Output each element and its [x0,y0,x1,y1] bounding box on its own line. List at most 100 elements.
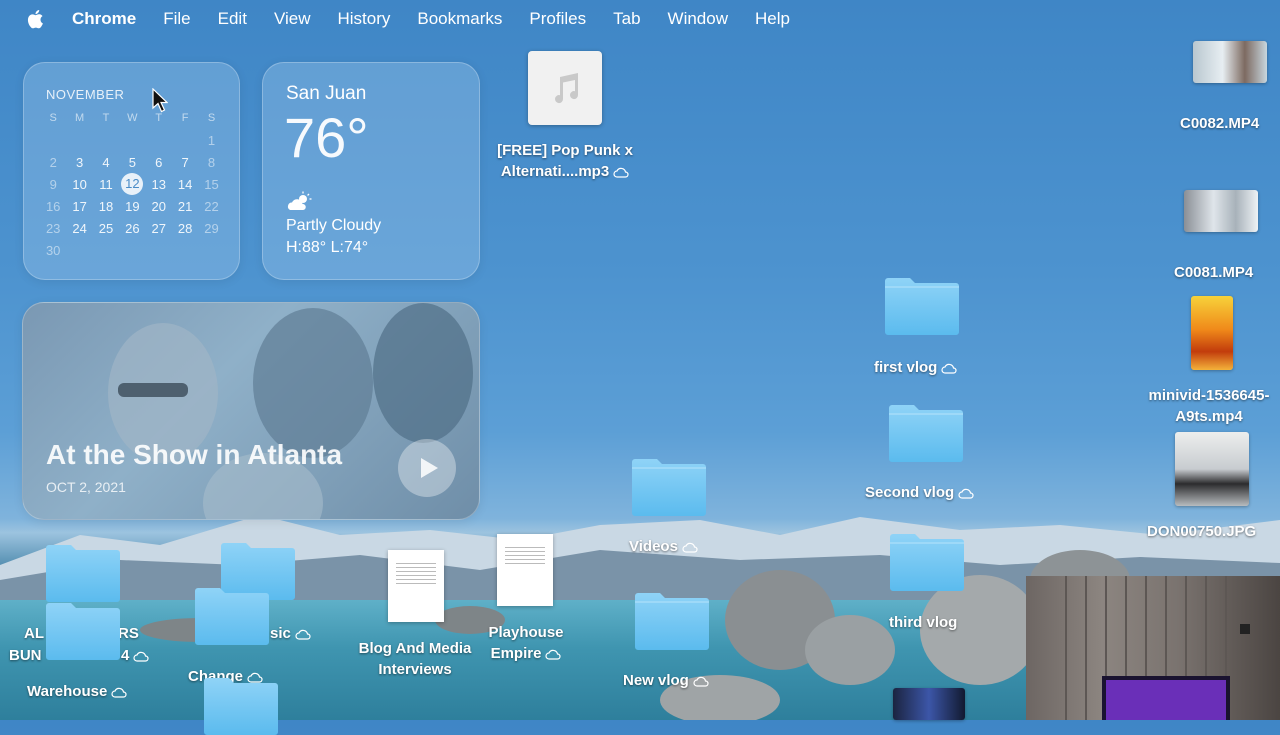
play-button[interactable] [398,439,456,497]
label-line: Blog And Media [358,640,472,657]
icloud-icon [958,488,974,499]
all-covered-label-line1[interactable]: AL [24,623,44,644]
playhouse-document-icon[interactable] [497,534,553,606]
menu-window[interactable]: Window [668,9,728,29]
music-folder-label[interactable]: sic [270,623,311,644]
c0082-thumbnail[interactable] [1193,41,1267,83]
menu-bar: Chrome File Edit View History Bookmarks … [0,0,1280,38]
calendar-day: 22 [204,198,219,214]
weather-widget[interactable]: San Juan 76° Partly Cloudy H:88° L:74° [262,62,480,280]
new-vlog-label[interactable]: New vlog [623,670,709,691]
minivid-thumbnail[interactable] [1191,296,1233,370]
don00750-thumbnail[interactable] [1175,432,1249,506]
menu-bookmarks[interactable]: Bookmarks [417,9,502,29]
blog-label[interactable]: Blog And Media Interviews [345,638,485,680]
doc-line [396,567,436,568]
menu-edit[interactable]: Edit [218,9,247,29]
menu-profiles[interactable]: Profiles [529,9,586,29]
new-vlog-folder-icon[interactable] [633,590,711,650]
second-vlog-folder-icon[interactable] [887,402,965,462]
calendar-day: 2 [49,154,57,170]
videos-folder-icon[interactable] [630,456,708,516]
calendar-day: 14 [177,176,193,192]
blog-document-icon[interactable] [388,550,444,622]
calendar-day: 20 [151,198,166,214]
menu-history[interactable]: History [337,9,390,29]
photos-memory-widget[interactable]: At the Show in Atlanta OCT 2, 2021 [22,302,480,520]
icloud-icon [111,687,127,698]
apple-icon[interactable] [26,8,46,30]
c0081-label[interactable]: C0081.MP4 [1174,262,1253,283]
c0081-thumbnail[interactable] [1184,190,1258,232]
label-text: Empire [490,645,542,662]
label-line: A9ts.mp4 [1175,408,1243,425]
calendar-widget[interactable]: NOVEMBER S M T W T F S 1 2 3 4 5 6 7 8 9… [23,62,240,280]
label-text: New vlog [623,672,689,689]
doc-line [396,583,436,584]
calendar-day: 27 [151,220,166,236]
weekday-label: T [102,112,110,124]
weekday-label: M [75,112,85,124]
menu-help[interactable]: Help [755,9,790,29]
label-text: Warehouse [27,683,108,700]
weekday-label: W [127,112,138,124]
menu-file[interactable]: File [163,9,190,29]
webcam-feed [1065,576,1250,720]
first-vlog-folder-icon[interactable] [883,275,961,335]
doc-line [505,551,545,552]
menu-view[interactable]: View [274,9,311,29]
doc-line [505,559,545,560]
weather-city: San Juan [286,83,367,104]
calendar-day: 16 [45,198,61,214]
video-thumbnail[interactable] [893,688,965,720]
calendar-day-today: 12 [119,173,145,195]
icloud-icon [545,649,562,660]
memory-date: OCT 2, 2021 [46,479,126,495]
calendar-day: 1 [207,132,216,148]
memory-title: At the Show in Atlanta [46,439,343,470]
label-line: Interviews [378,661,452,678]
play-icon [421,458,438,478]
folder-icon[interactable] [44,600,122,660]
icloud-icon [693,676,709,687]
third-vlog-folder-icon[interactable] [888,531,966,591]
weekday-label: S [49,112,57,124]
calendar-weekday-row: S M T W T F S [40,107,228,129]
mouse-cursor-icon [152,88,168,113]
calendar-month: NOVEMBER [46,87,125,102]
label-line: [FREE] Pop Punk x [497,142,633,159]
calendar-week: 23 24 25 26 27 28 29 [40,217,228,239]
first-vlog-label[interactable]: first vlog [874,357,957,378]
today-marker: 12 [121,173,144,195]
icloud-icon [133,651,149,662]
change-folder-icon[interactable] [193,585,271,645]
third-vlog-label[interactable]: third vlog [889,612,957,633]
calendar-day: 6 [155,154,163,170]
label-text: Alternati....mp3 [500,163,610,180]
doc-line [505,555,545,556]
menu-tab[interactable]: Tab [613,9,640,29]
mp3-file-label[interactable]: [FREE] Pop Punk x Alternati....mp3 [470,140,660,182]
calendar-day: 17 [72,198,87,214]
c0082-label[interactable]: C0082.MP4 [1180,113,1259,134]
doc-line [396,563,436,564]
calendar-day: 19 [125,198,140,214]
second-vlog-label[interactable]: Second vlog [865,482,974,503]
all-covered-label-line2[interactable]: BUN [9,645,42,666]
menu-app-chrome[interactable]: Chrome [72,9,136,29]
warehouse-label[interactable]: Warehouse [27,681,127,702]
folder-icon[interactable] [44,542,122,602]
folder-icon[interactable] [202,675,280,735]
videos-label[interactable]: Videos [629,536,698,557]
doc-line [396,571,436,572]
playhouse-label[interactable]: Playhouse Empire [478,622,574,664]
icloud-icon [295,629,311,640]
minivid-label[interactable]: minivid-1536645- A9ts.mp4 [1138,385,1280,427]
don00750-label[interactable]: DON00750.JPG [1147,521,1256,542]
mp3-file-icon[interactable] [528,51,602,125]
calendar-grid: S M T W T F S 1 2 3 4 5 6 7 8 9 10 11 12… [40,107,228,261]
music-note-icon [555,73,579,104]
all-covered-label-line2-end: 4 [121,645,149,666]
calendar-week: 9 10 11 12 13 14 15 [40,173,228,195]
label-text: Videos [629,538,678,555]
